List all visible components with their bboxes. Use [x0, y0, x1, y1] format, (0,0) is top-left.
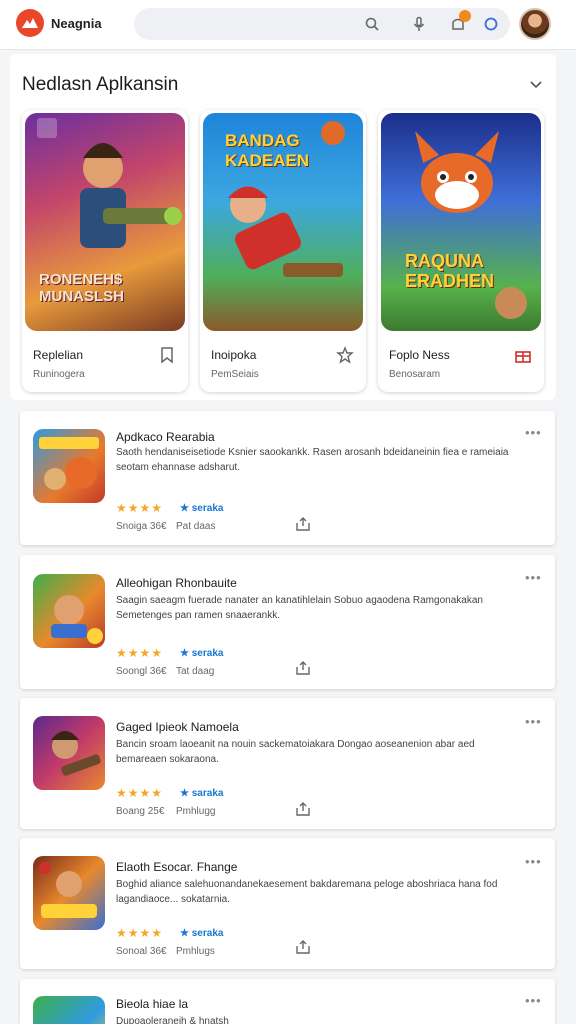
- app-thumbnail: [33, 996, 105, 1024]
- more-options-icon[interactable]: •••: [525, 714, 542, 729]
- share-icon[interactable]: [295, 660, 311, 676]
- category-tag: ★ seraka: [180, 928, 224, 939]
- item-meta: Tat daag: [176, 666, 215, 677]
- search-icon[interactable]: [362, 14, 382, 34]
- featured-section: Nedlasn Aplkansin RONENEH$ MUNASLSH Repl…: [10, 54, 556, 400]
- item-meta: Pat daas: [176, 521, 216, 532]
- game-art-image: RAQUNA ERADHEN: [381, 113, 541, 331]
- item-meta: Sonoal 36€: [116, 946, 167, 957]
- avatar[interactable]: [519, 8, 551, 40]
- game-art-image: BANDAG KADEAEN: [203, 113, 363, 331]
- card-subtitle: PemSeiais: [211, 369, 259, 380]
- item-meta: Soongl 36€: [116, 666, 167, 677]
- star-rating: ★★★★: [116, 501, 164, 515]
- share-icon[interactable]: [295, 939, 311, 955]
- chevron-down-icon[interactable]: [528, 76, 544, 92]
- top-bar: Neagnia: [0, 0, 576, 50]
- list-item[interactable]: Elaoth Esocar. Fhange Boghid aliance sal…: [20, 838, 555, 969]
- gift-icon[interactable]: [514, 346, 532, 364]
- card-subtitle: Runinogera: [33, 369, 85, 380]
- item-description: Saagin saeagm fuerade nanater an kanatih…: [116, 595, 483, 621]
- more-options-icon[interactable]: •••: [525, 570, 542, 585]
- item-meta: Snoiga 36€: [116, 521, 167, 532]
- card-title: Replelian: [33, 348, 84, 362]
- list-item[interactable]: Apdkaco Rearabia Saoth hendaniseisetiode…: [20, 411, 555, 545]
- game-art-text: BANDAG KADEAEN: [225, 131, 310, 170]
- item-title: Bieola hiae la: [116, 997, 189, 1011]
- item-title: Apdkaco Rearabia: [116, 430, 215, 444]
- share-icon[interactable]: [295, 801, 311, 817]
- more-options-icon[interactable]: •••: [525, 854, 542, 869]
- game-art-text: RAQUNA ERADHEN: [405, 251, 495, 291]
- card-title: Foplo Ness: [389, 348, 450, 362]
- assistant-icon[interactable]: [481, 14, 501, 34]
- item-title: Alleohigan Rhonbauite: [116, 576, 237, 590]
- search-bar[interactable]: [134, 8, 510, 40]
- item-description: Boghid aliance salehuonandanekaesement b…: [116, 879, 498, 905]
- featured-card[interactable]: RAQUNA ERADHEN Foplo Ness Benosaram: [378, 110, 544, 392]
- card-subtitle: Benosaram: [389, 369, 441, 380]
- bookmark-icon[interactable]: [158, 346, 176, 364]
- item-description: Bancin sroam laoeanit na nouin sackemato…: [116, 739, 475, 765]
- item-meta: Pmhlugg: [176, 806, 216, 817]
- list-item[interactable]: Bieola hiae la Dupoaoleraneih & hnatsh •…: [20, 979, 555, 1024]
- star-icon[interactable]: [336, 346, 354, 364]
- section-title: Nedlasn Aplkansin: [22, 74, 179, 95]
- more-options-icon[interactable]: •••: [525, 993, 542, 1008]
- list-item[interactable]: Alleohigan Rhonbauite Saagin saeagm fuer…: [20, 555, 555, 689]
- category-tag: ★ seraka: [180, 648, 224, 659]
- app-thumbnail: [33, 429, 105, 503]
- card-title: Inoipoka: [211, 348, 257, 362]
- category-tag: ★ saraka: [180, 788, 224, 799]
- category-tag: ★ seraka: [180, 503, 224, 514]
- featured-card[interactable]: RONENEH$ MUNASLSH Replelian Runinogera: [22, 110, 188, 392]
- star-rating: ★★★★: [116, 646, 164, 660]
- star-rating: ★★★★: [116, 786, 164, 800]
- item-meta: Boang 25€: [116, 806, 165, 817]
- microphone-icon[interactable]: [409, 14, 429, 34]
- app-logo-icon[interactable]: [16, 9, 44, 37]
- featured-card[interactable]: BANDAG KADEAEN Inoipoka PemSeiais: [200, 110, 366, 392]
- item-description: Saoth hendaniseisetiode Ksnier saookankk…: [116, 447, 509, 473]
- notification-badge: [459, 10, 471, 22]
- item-title: Elaoth Esocar. Fhange: [116, 860, 238, 874]
- app-thumbnail: [33, 856, 105, 930]
- brand-name: Neagnia: [51, 16, 102, 31]
- item-meta: Pmhlugs: [176, 946, 215, 957]
- app-thumbnail: [33, 574, 105, 648]
- star-rating: ★★★★: [116, 926, 164, 940]
- game-art-image: RONENEH$ MUNASLSH: [25, 113, 185, 331]
- game-art-text: RONENEH$ MUNASLSH: [39, 271, 124, 305]
- share-icon[interactable]: [295, 516, 311, 532]
- item-title: Gaged Ipieok Namoela: [116, 720, 239, 734]
- item-description: Dupoaoleraneih & hnatsh: [116, 1016, 229, 1024]
- list-item[interactable]: Gaged Ipieok Namoela Bancin sroam laoean…: [20, 698, 555, 829]
- more-options-icon[interactable]: •••: [525, 425, 542, 440]
- app-thumbnail: [33, 716, 105, 790]
